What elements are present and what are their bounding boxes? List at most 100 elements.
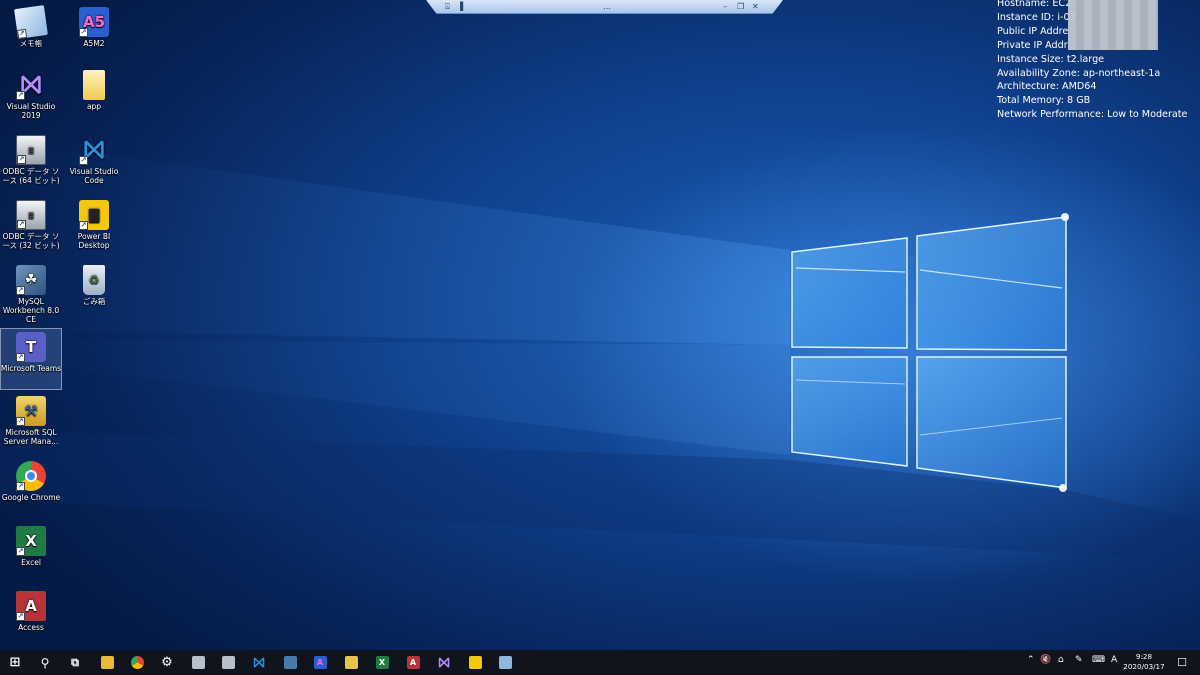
desktop-icon-visual-studio-2019[interactable]: ⨝ ↗ Visual Studio 2019 — [0, 67, 62, 129]
desktop-icon-mysql-workbench[interactable]: ☘ ↗ MySQL Workbench 8.0 CE — [0, 262, 62, 324]
search-button[interactable]: ⚲ — [35, 653, 55, 672]
search-icon: ⚲ — [40, 655, 50, 670]
taskbar-chrome[interactable] — [127, 653, 147, 672]
vscode-icon: ⨝ — [253, 654, 265, 671]
chrome-icon: ↗ — [16, 461, 46, 491]
desktop-icon-label: ごみ箱 — [82, 297, 106, 306]
odbc-icon — [221, 656, 235, 669]
taskbar-file-explorer[interactable] — [97, 653, 117, 672]
access-icon: A — [406, 656, 420, 669]
restore-icon[interactable]: ❐ — [737, 2, 744, 11]
info-total-memory: Total Memory: 8 GB — [997, 95, 1091, 107]
desktop-icon-label: MySQL Workbench 8.0 CE — [2, 297, 60, 324]
taskbar-power-bi[interactable] — [465, 653, 485, 672]
minimize-icon[interactable]: – — [723, 2, 727, 11]
desktop-icon-notepad[interactable]: ↗ メモ帳 — [0, 4, 62, 66]
power-bi-icon: ▇ ↗ — [79, 200, 109, 230]
desktop-icon-label: A5M2 — [83, 39, 105, 48]
vscode-icon: ⨝ ↗ — [79, 134, 105, 165]
shortcut-arrow-icon: ↗ — [16, 482, 25, 491]
taskbar-mysql-workbench[interactable] — [280, 653, 300, 672]
teams-icon: T ↗ — [16, 332, 46, 362]
start-button[interactable]: ⊞ — [5, 653, 25, 672]
system-tray: ⌃ 🔇 ⌂ ✎ ⌨ A — [1025, 650, 1120, 675]
desktop-icon-label: Power BI Desktop — [77, 232, 111, 250]
desktop-icon-label: ODBC データ ソース (32 ビット) — [2, 232, 60, 250]
recycle-bin-icon: ♻ — [83, 265, 105, 295]
notepad-icon — [498, 656, 512, 669]
network-icon[interactable]: ⌂ — [1058, 655, 1064, 665]
pin-icon[interactable]: ⍓ — [445, 2, 450, 11]
shortcut-arrow-icon: ↗ — [17, 220, 26, 229]
taskbar-vscode[interactable]: ⨝ — [249, 653, 269, 672]
shortcut-arrow-icon: ↗ — [16, 28, 28, 39]
desktop-icon-vscode[interactable]: ⨝ ↗ Visual Studio Code — [63, 132, 125, 194]
taskbar-sql-server[interactable] — [341, 653, 361, 672]
desktop-icon-app-folder[interactable]: app — [63, 67, 125, 129]
shortcut-arrow-icon: ↗ — [16, 353, 25, 362]
taskbar-odbc-64[interactable] — [188, 653, 208, 672]
signal-strength-icon: ▐ — [457, 2, 464, 11]
shortcut-arrow-icon: ↗ — [16, 547, 25, 556]
shortcut-arrow-icon: ↗ — [79, 28, 88, 37]
info-availability-zone: Availability Zone: ap-northeast-1a — [997, 67, 1161, 79]
desktop-icon-power-bi[interactable]: ▇ ↗ Power BI Desktop — [63, 197, 125, 259]
desktop-icon-label: ODBC データ ソース (64 ビット) — [2, 167, 60, 185]
desktop-icon-access[interactable]: A ↗ Access — [0, 588, 62, 650]
taskbar-notepad[interactable] — [495, 653, 515, 672]
excel-icon: X — [375, 656, 389, 669]
desktop-icon-microsoft-teams[interactable]: T ↗ Microsoft Teams — [0, 328, 62, 390]
access-icon: A ↗ — [16, 591, 46, 621]
shortcut-arrow-icon: ↗ — [79, 221, 88, 230]
visual-studio-icon: ⨝ — [438, 654, 450, 671]
desktop-icon-sql-server-management[interactable]: ⚒ ↗ Microsoft SQL Server Mana... — [0, 393, 62, 455]
desktop-icon-label: Google Chrome — [1, 493, 61, 502]
desktop-icon-label: Microsoft SQL Server Mana... — [3, 428, 59, 446]
taskbar-odbc-32[interactable] — [218, 653, 238, 672]
windows-start-icon: ⊞ — [9, 655, 21, 670]
remote-bar-title: … — [603, 2, 611, 11]
ime-mode-indicator[interactable]: A — [1111, 655, 1117, 665]
taskbar-settings[interactable]: ⚙ — [157, 653, 177, 672]
desktop-icon-label: app — [86, 102, 102, 111]
chrome-icon — [130, 656, 144, 669]
close-icon[interactable]: ✕ — [752, 2, 759, 11]
chevron-up-icon[interactable]: ⌃ — [1027, 655, 1035, 665]
taskbar-visual-studio[interactable]: ⨝ — [434, 653, 454, 672]
file-explorer-icon — [100, 656, 114, 669]
taskbar-clock[interactable]: 9:28 2020/03/17 — [1122, 652, 1166, 672]
volume-muted-icon[interactable]: 🔇 — [1040, 655, 1051, 665]
sql-server-icon — [344, 656, 358, 669]
desktop-icon-label: Visual Studio 2019 — [6, 102, 56, 120]
taskbar-a5m2[interactable]: A — [310, 653, 330, 672]
desktop-icon-label: Microsoft Teams — [0, 364, 62, 373]
keyboard-icon[interactable]: ⌨ — [1092, 655, 1105, 665]
desktop-icon-a5m2[interactable]: A5 ↗ A5M2 — [63, 4, 125, 66]
desktop-icon-excel[interactable]: X ↗ Excel — [0, 523, 62, 585]
mysql-workbench-icon — [283, 656, 297, 669]
taskbar-access[interactable]: A — [403, 653, 423, 672]
power-bi-icon — [468, 656, 482, 669]
folder-icon — [83, 70, 105, 100]
task-view-button[interactable]: ⧉ — [65, 653, 85, 672]
taskbar: ⊞ ⚲ ⧉ ⚙ ⨝ A X A ⨝ ⌃ 🔇 ⌂ ✎ ⌨ A 9:28 2020/… — [0, 650, 1200, 675]
shortcut-arrow-icon: ↗ — [16, 417, 25, 426]
shortcut-arrow-icon: ↗ — [16, 612, 25, 621]
taskbar-excel[interactable]: X — [372, 653, 392, 672]
clock-date: 2020/03/17 — [1123, 662, 1165, 671]
desktop-icon-label: Access — [18, 623, 44, 632]
desktop-icon-odbc-32[interactable]: ≣ ↗ ODBC データ ソース (32 ビット) — [0, 197, 62, 259]
action-center-button[interactable]: ☐ — [1172, 653, 1192, 672]
remote-desktop-bar[interactable]: ⍓ ▐ … – ❐ ✕ — [426, 0, 783, 14]
pen-icon[interactable]: ✎ — [1075, 655, 1083, 665]
a5m2-icon: A — [313, 656, 327, 669]
mysql-workbench-icon: ☘ ↗ — [16, 265, 46, 295]
task-view-icon: ⧉ — [71, 655, 79, 669]
desktop-icon-label: Excel — [21, 558, 41, 567]
desktop-icon-recycle-bin[interactable]: ♻ ごみ箱 — [63, 262, 125, 324]
info-architecture: Architecture: AMD64 — [997, 81, 1097, 93]
desktop-icon-odbc-64[interactable]: ≣ ↗ ODBC データ ソース (64 ビット) — [0, 132, 62, 194]
desktop-icon-google-chrome[interactable]: ↗ Google Chrome — [0, 458, 62, 520]
shortcut-arrow-icon: ↗ — [17, 155, 26, 164]
shortcut-arrow-icon: ↗ — [16, 286, 25, 295]
